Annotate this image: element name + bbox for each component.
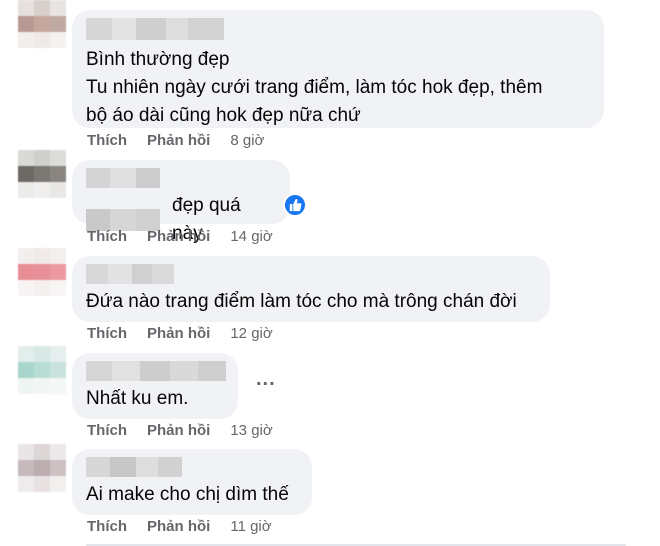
timestamp[interactable]: 14 giờ bbox=[230, 228, 272, 245]
comment-bubble: Bình thường đẹp Tu nhiên ngày cưới trang… bbox=[72, 10, 604, 128]
reply-button[interactable]: Phản hồi bbox=[147, 132, 210, 149]
avatar[interactable] bbox=[18, 248, 66, 296]
comment-text: Đứa nào trang điểm làm tóc cho mà trông … bbox=[86, 291, 517, 312]
comment-actions: Thích Phản hồi 12 giờ bbox=[87, 325, 273, 342]
comment-bubble: Ai make cho chị dìm thế bbox=[72, 449, 312, 515]
comment-actions: Thích Phản hồi 8 giờ bbox=[87, 132, 264, 149]
timestamp[interactable]: 12 giờ bbox=[230, 325, 272, 342]
like-reaction-badge[interactable] bbox=[283, 193, 307, 217]
reply-button[interactable]: Phản hồi bbox=[147, 228, 210, 245]
timestamp[interactable]: 13 giờ bbox=[230, 422, 272, 439]
avatar[interactable] bbox=[18, 150, 66, 198]
reply-button[interactable]: Phản hồi bbox=[147, 518, 210, 535]
commenter-name-blurred[interactable] bbox=[86, 457, 182, 477]
comment-actions: Thích Phản hồi 14 giờ bbox=[87, 228, 273, 245]
timestamp[interactable]: 8 giờ bbox=[230, 132, 264, 149]
avatar[interactable] bbox=[18, 346, 66, 394]
timestamp[interactable]: 11 giờ bbox=[230, 518, 271, 535]
thumbs-up-icon bbox=[289, 198, 302, 212]
comment-actions: Thích Phản hồi 11 giờ bbox=[87, 518, 272, 535]
commenter-name-blurred[interactable] bbox=[86, 264, 174, 284]
reply-button[interactable]: Phản hồi bbox=[147, 422, 210, 439]
like-button[interactable]: Thích bbox=[87, 132, 127, 149]
comment-bubble: Đứa nào trang điểm làm tóc cho mà trông … bbox=[72, 256, 550, 322]
commenter-name-blurred[interactable] bbox=[86, 361, 226, 381]
more-options-icon[interactable]: ... bbox=[256, 368, 276, 391]
like-button[interactable]: Thích bbox=[87, 325, 127, 342]
comment-text: Nhất ku em. bbox=[86, 388, 189, 409]
like-button[interactable]: Thích bbox=[87, 518, 127, 535]
avatar[interactable] bbox=[18, 444, 66, 492]
comment-text: Bình thường đẹp Tu nhiên ngày cưới trang… bbox=[86, 49, 543, 126]
commenter-name-blurred[interactable] bbox=[86, 18, 224, 40]
comment-actions: Thích Phản hồi 13 giờ bbox=[87, 422, 273, 439]
comment-bubble: Nhất ku em. bbox=[72, 353, 238, 419]
like-button[interactable]: Thích bbox=[87, 422, 127, 439]
commenter-name-blurred[interactable] bbox=[86, 168, 160, 188]
comment-text: Ai make cho chị dìm thế bbox=[86, 484, 289, 505]
comment-bubble: đẹp quá này bbox=[72, 160, 290, 244]
like-button[interactable]: Thích bbox=[87, 228, 127, 245]
reply-button[interactable]: Phản hồi bbox=[147, 325, 210, 342]
avatar[interactable] bbox=[18, 0, 66, 48]
